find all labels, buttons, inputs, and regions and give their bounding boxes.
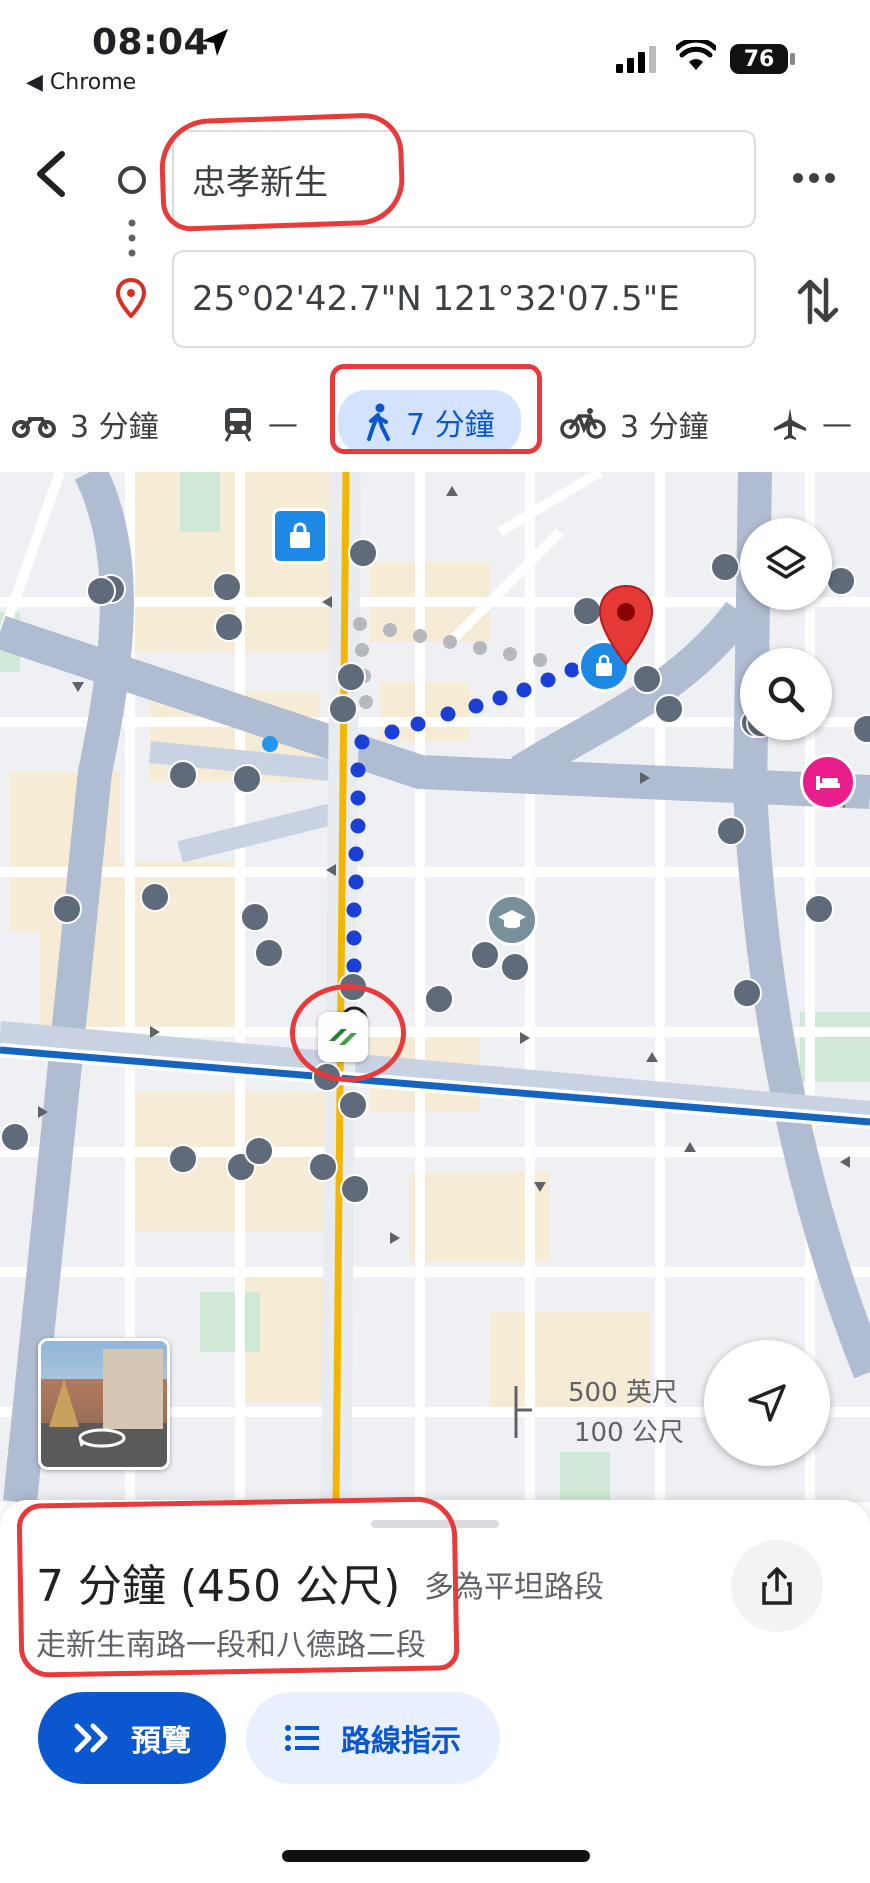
bike-station-marker[interactable] — [240, 902, 270, 932]
home-indicator[interactable] — [282, 1850, 590, 1862]
annotation-circle-station — [290, 984, 406, 1082]
annotation-circle-origin — [158, 111, 406, 233]
bike-station-marker[interactable] — [340, 1174, 370, 1204]
layers-icon — [766, 545, 806, 579]
bus-stop-marker[interactable] — [654, 694, 684, 724]
mode-motorcycle-label: 3 分鐘 — [70, 410, 159, 445]
route-connector-dots — [128, 219, 136, 257]
bus-stop-marker[interactable] — [328, 694, 358, 724]
train-icon — [224, 408, 252, 442]
airplane-icon — [774, 408, 806, 440]
bus-stop-marker[interactable] — [336, 662, 366, 692]
mode-flight[interactable]: — — [772, 398, 852, 450]
bus-stop-marker[interactable] — [500, 952, 530, 982]
share-button[interactable] — [731, 1540, 823, 1632]
origin-circle-icon — [118, 166, 146, 194]
destination-pin-icon — [116, 278, 146, 318]
back-to-chrome-link[interactable]: ◀ Chrome — [26, 70, 136, 95]
bus-stop-marker[interactable] — [632, 664, 662, 694]
battery-level: 76 — [743, 46, 775, 72]
status-time: 08:04 — [92, 22, 210, 63]
wifi-icon — [676, 40, 716, 70]
location-arrow-icon — [202, 29, 228, 56]
bus-stop-marker[interactable] — [52, 894, 82, 924]
hotel-poi-marker[interactable] — [800, 754, 856, 810]
navigation-arrow-icon — [748, 1384, 786, 1422]
search-icon — [768, 676, 805, 713]
annotation-box-walk — [330, 364, 542, 454]
bus-stop-marker[interactable] — [710, 552, 740, 582]
bus-stop-marker[interactable] — [470, 940, 500, 970]
preview-label: 預覽 — [131, 1724, 191, 1759]
destination-map-pin[interactable] — [598, 584, 654, 666]
scale-metric: 100 公尺 — [574, 1418, 684, 1448]
bus-stop-marker[interactable] — [212, 572, 242, 602]
bike-station-marker[interactable] — [732, 978, 762, 1008]
bed-icon — [816, 776, 840, 790]
street-view-building — [49, 1379, 79, 1427]
double-chevron-icon — [74, 1723, 108, 1753]
preview-button[interactable]: 預覽 — [38, 1692, 226, 1784]
bike-station-marker[interactable] — [86, 576, 116, 606]
map-view[interactable]: 500 英尺 100 公尺 — [0, 472, 870, 1502]
bike-station-marker[interactable] — [168, 1144, 198, 1174]
mode-transit[interactable]: — — [222, 398, 298, 450]
bus-stop-marker[interactable] — [804, 894, 834, 924]
bus-stop-marker[interactable] — [244, 1136, 274, 1166]
destination-text: 25°02'42.7"N 121°32'07.5"E — [192, 279, 680, 319]
more-options-icon[interactable] — [792, 172, 836, 184]
bus-stop-marker[interactable] — [232, 764, 262, 794]
bus-stop-marker[interactable] — [0, 1122, 30, 1152]
bike-station-marker[interactable] — [254, 938, 284, 968]
school-poi-marker[interactable] — [486, 894, 538, 946]
bike-station-marker[interactable] — [348, 538, 378, 568]
bus-stop-marker[interactable] — [140, 882, 170, 912]
motorcycle-icon — [12, 417, 56, 438]
mode-bicycle-label: 3 分鐘 — [620, 410, 709, 445]
destination-input[interactable]: 25°02'42.7"N 121°32'07.5"E — [172, 250, 756, 348]
bike-station-marker[interactable] — [424, 984, 454, 1014]
cellular-signal-icon — [616, 46, 656, 73]
map-search-button[interactable] — [740, 648, 832, 740]
battery-tip — [790, 53, 795, 65]
graduation-cap-icon — [498, 910, 526, 929]
mode-motorcycle[interactable]: 3 分鐘 — [12, 398, 159, 450]
directions-list-label: 路線指示 — [341, 1724, 461, 1759]
list-icon — [285, 1725, 319, 1751]
rotate-360-icon — [78, 1428, 126, 1448]
shopping-bag-icon — [290, 522, 310, 548]
mode-flight-label: — — [822, 406, 852, 442]
back-arrow-icon[interactable] — [30, 148, 70, 200]
bus-stop-marker[interactable] — [308, 1152, 338, 1182]
mode-bicycle[interactable]: 3 分鐘 — [560, 398, 709, 450]
bicycle-icon — [560, 408, 606, 439]
bus-stop-marker[interactable] — [168, 760, 198, 790]
directions-list-button[interactable]: 路線指示 — [246, 1692, 500, 1784]
layers-button[interactable] — [740, 518, 832, 610]
mode-transit-label: — — [268, 406, 298, 442]
share-icon — [762, 1567, 792, 1605]
annotation-box-summary — [16, 1496, 460, 1678]
recenter-button[interactable] — [704, 1340, 830, 1466]
battery-indicator: 76 — [730, 44, 788, 74]
bus-stop-marker[interactable] — [716, 816, 746, 846]
bike-station-marker[interactable] — [338, 1090, 368, 1120]
shopping-poi-marker[interactable] — [272, 508, 328, 564]
scale-bar — [514, 1386, 532, 1438]
street-view-thumbnail[interactable] — [38, 1338, 170, 1470]
bus-stop-marker[interactable] — [214, 612, 244, 642]
street-view-building — [103, 1349, 163, 1429]
swap-directions-icon[interactable] — [796, 276, 840, 326]
scale-imperial: 500 英尺 — [568, 1378, 678, 1408]
